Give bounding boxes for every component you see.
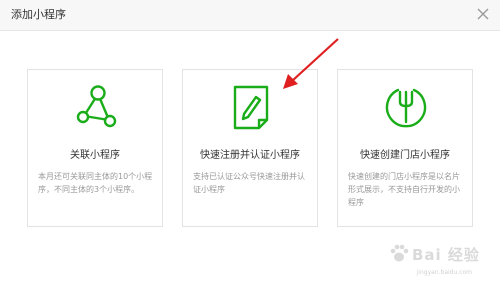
edit-document-icon — [233, 85, 269, 130]
annotation-arrow-icon — [283, 38, 339, 89]
card-title: 快速注册并认证小程序 — [200, 150, 300, 161]
card-title: 快速创建门店小程序 — [360, 150, 450, 161]
card-description: 支持已认证公众号快速注册并认证小程序 — [193, 172, 305, 194]
dialog-title: 添加小程序 — [11, 8, 66, 21]
card-description: 快速创建的门店小程序是以名片形式展示，不支持自行开发的小程序 — [348, 172, 460, 207]
store-fork-icon — [385, 88, 427, 128]
dialog-header: 添加小程序 — [0, 0, 500, 31]
close-icon[interactable] — [476, 7, 490, 21]
link-miniprogram-card[interactable]: 关联小程序 本月还可关联同主体的10个小程序，不同主体的3个小程序。 — [27, 69, 163, 227]
card-description: 本月还可关联同主体的10个小程序，不同主体的3个小程序。 — [38, 172, 153, 194]
create-store-card[interactable]: 快速创建门店小程序 快速创建的门店小程序是以名片形式展示，不支持自行开发的小程序 — [337, 69, 473, 227]
card-title: 关联小程序 — [70, 150, 120, 161]
paw-logo-icon — [390, 244, 409, 262]
quick-register-card[interactable]: 快速注册并认证小程序 支持已认证公众号快速注册并认证小程序 — [182, 69, 318, 227]
watermark-logo-text: Bai 经验 — [412, 246, 480, 264]
link-network-icon — [76, 85, 117, 128]
baidu-jingyan-watermark: Bai 经验 — [386, 242, 479, 268]
watermark-url: jingyan.baidu.com — [416, 269, 472, 276]
